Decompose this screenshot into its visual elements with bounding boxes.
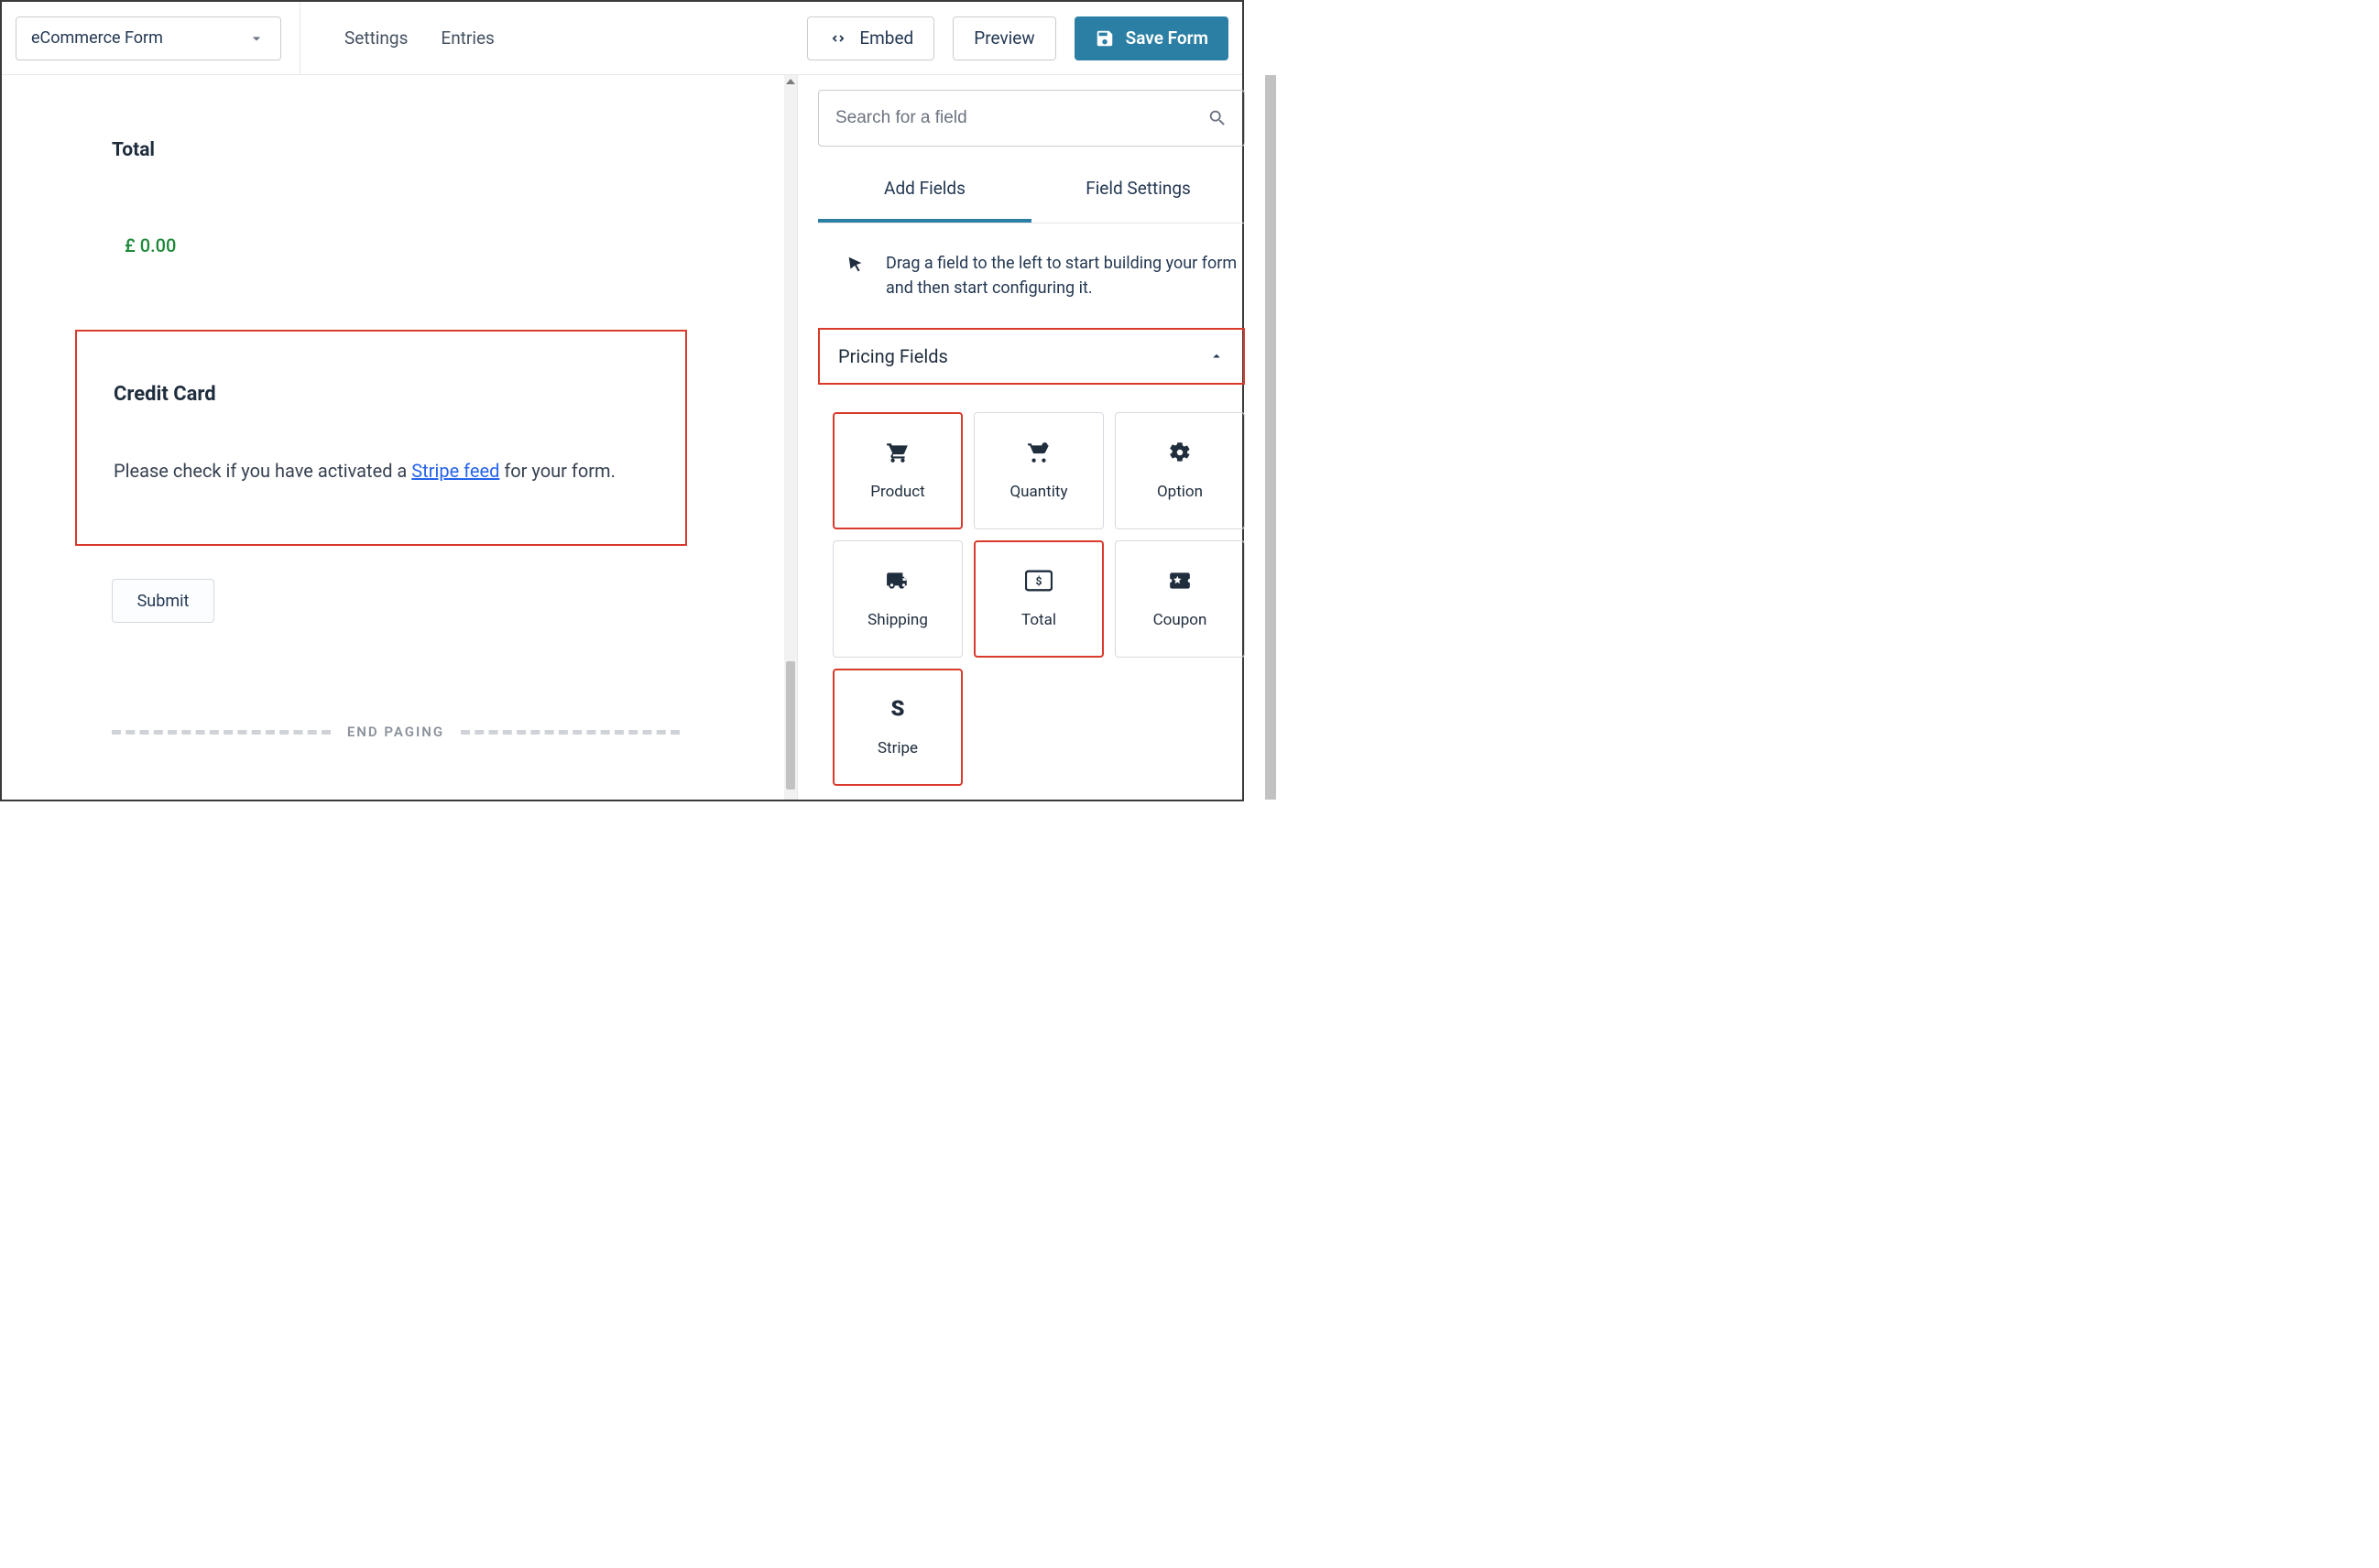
svg-text:$: $ — [1036, 575, 1042, 588]
field-option[interactable]: Option — [1115, 412, 1245, 529]
preview-label: Preview — [974, 27, 1034, 49]
top-bar: eCommerce Form Settings Entries Embed Pr… — [2, 2, 1242, 75]
field-grid: Product Quantity Option Shipping $ Total — [818, 412, 1245, 786]
dashed-left — [112, 730, 331, 735]
field-stripe[interactable]: S Stripe — [833, 669, 963, 786]
truck-icon — [884, 569, 911, 593]
topbar-right: Embed Preview Save Form — [807, 16, 1228, 60]
ticket-icon — [1166, 569, 1194, 593]
scroll-up-icon — [786, 79, 795, 84]
quantity-icon — [1025, 441, 1053, 464]
form-selector[interactable]: eCommerce Form — [16, 16, 281, 60]
money-icon: $ — [1025, 569, 1053, 593]
nav-settings[interactable]: Settings — [328, 27, 424, 49]
save-label: Save Form — [1126, 27, 1208, 49]
scroll-thumb[interactable] — [786, 661, 795, 789]
cc-msg-pre: Please check if you have activated a — [114, 460, 411, 482]
submit-button[interactable]: Submit — [112, 579, 214, 623]
sidebar-scrollbar[interactable] — [1265, 75, 1276, 800]
stripe-icon: S — [884, 697, 911, 721]
cursor-icon — [846, 255, 866, 275]
field-stripe-label: Stripe — [878, 739, 918, 757]
section-label: Pricing Fields — [838, 345, 948, 367]
helper-message: Drag a field to the left to start buildi… — [886, 251, 1238, 300]
canvas-inner: Total £ 0.00 Credit Card Please check if… — [2, 139, 797, 740]
canvas-scrollbar[interactable] — [784, 75, 797, 800]
nav-entries[interactable]: Entries — [424, 27, 510, 49]
helper-text: Drag a field to the left to start buildi… — [818, 223, 1245, 328]
cc-msg-post: for your form. — [499, 460, 616, 482]
sidebar: Add Fields Field Settings Drag a field t… — [797, 75, 1276, 800]
search-icon — [1207, 108, 1228, 128]
svg-text:S: S — [891, 697, 905, 721]
field-product[interactable]: Product — [833, 412, 963, 529]
embed-label: Embed — [859, 27, 913, 49]
field-coupon[interactable]: Coupon — [1115, 540, 1245, 658]
gear-icon — [1166, 441, 1194, 464]
chevron-down-icon — [247, 29, 266, 48]
pricing-fields-section[interactable]: Pricing Fields — [818, 328, 1245, 385]
chevron-up-icon — [1208, 348, 1225, 365]
field-total-label: Total — [1021, 611, 1056, 629]
form-name: eCommerce Form — [31, 28, 163, 48]
field-shipping-label: Shipping — [868, 611, 928, 629]
end-paging: END PAGING — [112, 724, 680, 740]
preview-button[interactable]: Preview — [953, 16, 1055, 60]
credit-card-field[interactable]: Credit Card Please check if you have act… — [75, 330, 687, 546]
stripe-feed-link[interactable]: Stripe feed — [411, 460, 499, 482]
main-area: Total £ 0.00 Credit Card Please check if… — [2, 75, 1242, 800]
cart-icon — [884, 441, 911, 464]
field-quantity-label: Quantity — [1009, 483, 1067, 501]
end-paging-label: END PAGING — [347, 724, 444, 740]
tab-add-fields[interactable]: Add Fields — [818, 178, 1031, 223]
field-product-label: Product — [870, 483, 924, 501]
field-total[interactable]: $ Total — [974, 540, 1104, 658]
code-icon — [828, 28, 848, 49]
dashed-right — [461, 730, 680, 735]
search-input[interactable] — [835, 108, 1207, 128]
embed-button[interactable]: Embed — [807, 16, 934, 60]
save-button[interactable]: Save Form — [1075, 16, 1228, 60]
field-search[interactable] — [818, 90, 1245, 147]
field-option-label: Option — [1157, 483, 1203, 501]
save-icon — [1095, 28, 1115, 49]
tab-field-settings[interactable]: Field Settings — [1031, 178, 1245, 223]
total-value: £ 0.00 — [125, 234, 687, 256]
credit-card-message: Please check if you have activated a Str… — [114, 457, 649, 485]
total-label: Total — [112, 139, 687, 161]
form-canvas: Total £ 0.00 Credit Card Please check if… — [2, 75, 797, 800]
field-shipping[interactable]: Shipping — [833, 540, 963, 658]
field-quantity[interactable]: Quantity — [974, 412, 1104, 529]
sidebar-inner: Add Fields Field Settings Drag a field t… — [798, 75, 1265, 800]
field-coupon-label: Coupon — [1153, 611, 1207, 629]
credit-card-title: Credit Card — [114, 383, 649, 406]
sidebar-tabs: Add Fields Field Settings — [818, 178, 1245, 223]
